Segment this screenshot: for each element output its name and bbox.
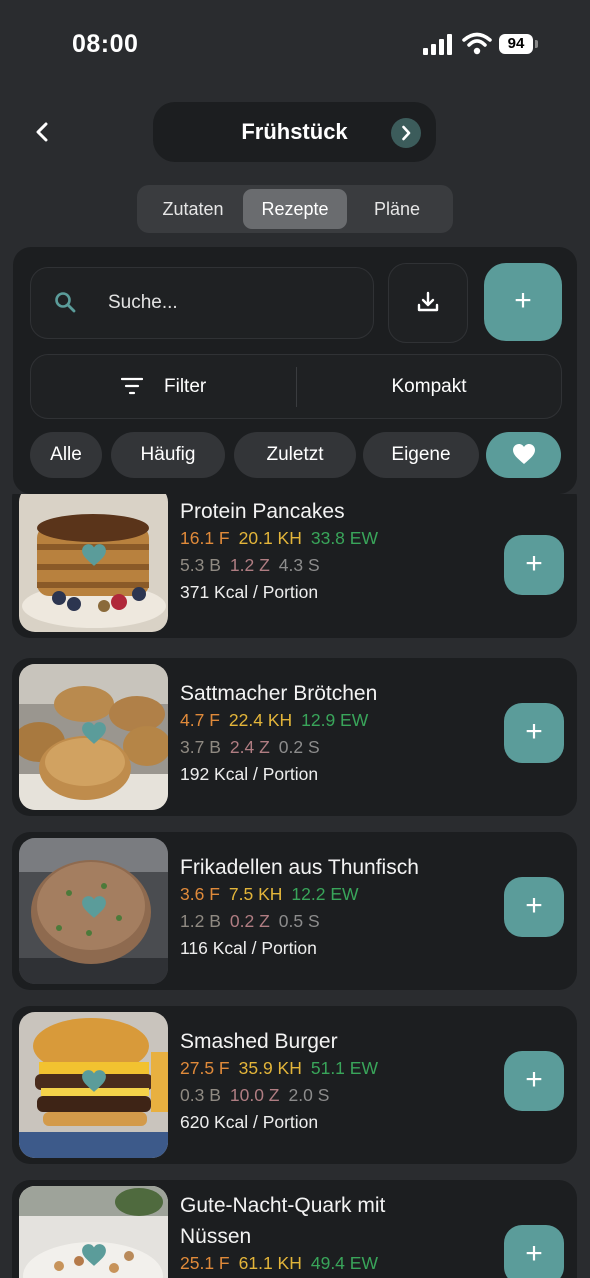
add-recipe-to-day-button[interactable]: + (504, 703, 564, 763)
recipe-micros: 0.3 B 10.0 Z 2.0 S (180, 1085, 330, 1105)
compact-toggle-button[interactable]: Kompakt (297, 376, 561, 398)
recipe-kcal: 371 Kcal / Portion (180, 582, 319, 602)
recipe-card-sattmacher-broetchen[interactable]: Sattmacher Brötchen 4.7 F 22.4 KH 12.9 EW … (12, 658, 577, 816)
favorite-heart-icon[interactable] (81, 543, 107, 567)
chip-favorites[interactable] (486, 432, 561, 478)
recipe-macros: 3.6 F 7.5 KH 12.2 EW (180, 884, 359, 904)
recipe-image (19, 838, 168, 984)
plus-icon: + (525, 1063, 543, 1096)
back-chevron-icon[interactable] (30, 118, 56, 146)
add-recipe-to-day-button[interactable]: + (504, 877, 564, 937)
recipe-name: Protein Pancakes (180, 500, 345, 523)
cellular-signal-icon (423, 34, 452, 55)
favorite-heart-icon[interactable] (81, 895, 107, 919)
category-selector[interactable]: Frühstück (153, 102, 436, 162)
favorite-heart-icon[interactable] (81, 721, 107, 745)
recipe-micros: 3.7 B 2.4 Z 0.2 S (180, 737, 320, 757)
plus-icon: + (525, 889, 543, 922)
recipe-image (19, 664, 168, 810)
filter-icon (121, 377, 143, 395)
recipe-controls-panel: Suche... + Filter Kompakt Alle Häufig Zu… (13, 247, 577, 494)
plus-icon: + (525, 715, 543, 748)
download-icon (417, 291, 439, 312)
recipe-image (19, 1186, 168, 1278)
recipe-micros: 1.2 B 0.2 Z 0.5 S (180, 911, 320, 931)
chevron-right-icon (402, 125, 411, 141)
recipe-name: Gute-Nacht-Quark mit Nüssen (180, 1194, 386, 1248)
recipe-image (19, 494, 168, 632)
next-category-button[interactable] (391, 118, 421, 148)
battery-icon: 94 (499, 34, 539, 54)
battery-level: 94 (499, 34, 533, 54)
recipe-card-smashed-burger[interactable]: Smashed Burger 27.5 F 35.9 KH 51.1 EW 0.3 … (12, 1006, 577, 1164)
add-recipe-to-day-button[interactable]: + (504, 1225, 564, 1278)
chip-alle[interactable]: Alle (30, 432, 102, 478)
tab-rezepte[interactable]: Rezepte (243, 189, 347, 229)
recipe-image (19, 1012, 168, 1158)
tab-plaene[interactable]: Pläne (347, 189, 447, 229)
add-recipe-button[interactable]: + (484, 263, 562, 341)
heart-icon (513, 444, 535, 464)
plus-icon: + (525, 1237, 543, 1270)
favorite-heart-icon[interactable] (81, 1243, 107, 1267)
recipe-micros: 5.3 B 1.2 Z 4.3 S (180, 555, 320, 575)
recipe-kcal: 116 Kcal / Portion (180, 938, 317, 958)
filter-label: Filter (164, 376, 207, 397)
recipe-name: Smashed Burger (180, 1030, 338, 1053)
search-input[interactable]: Suche... (30, 267, 374, 339)
tab-zutaten[interactable]: Zutaten (143, 189, 243, 229)
status-time: 08:00 (72, 30, 139, 58)
chip-eigene[interactable]: Eigene (363, 432, 479, 478)
recipe-name: Frikadellen aus Thunfisch (180, 856, 419, 879)
add-recipe-to-day-button[interactable]: + (504, 535, 564, 595)
filter-button[interactable]: Filter (121, 375, 271, 399)
recipe-card-frikadellen-aus-thunfisch[interactable]: Frikadellen aus Thunfisch 3.6 F 7.5 KH 12.… (12, 832, 577, 990)
recipe-card-protein-pancakes[interactable]: Protein Pancakes 16.1 F 20.1 KH 33.8 EW 5.… (12, 494, 577, 638)
search-placeholder: Suche... (108, 292, 178, 313)
recipe-list: Protein Pancakes 16.1 F 20.1 KH 33.8 EW 5.… (0, 494, 590, 1278)
favorite-heart-icon[interactable] (81, 1069, 107, 1093)
recipe-macros: 25.1 F 61.1 KH 49.4 EW (180, 1253, 378, 1273)
recipe-name: Sattmacher Brötchen (180, 682, 378, 705)
view-tabs: Zutaten Rezepte Pläne (137, 185, 453, 233)
plus-icon: + (514, 284, 532, 317)
recipe-macros: 16.1 F 20.1 KH 33.8 EW (180, 528, 378, 548)
recipe-kcal: 620 Kcal / Portion (180, 1112, 319, 1132)
chip-haeufig[interactable]: Häufig (111, 432, 225, 478)
wifi-icon (462, 32, 492, 55)
recipe-macros: 27.5 F 35.9 KH 51.1 EW (180, 1058, 378, 1078)
search-icon (55, 292, 76, 313)
download-button[interactable] (388, 263, 468, 343)
plus-icon: + (525, 547, 543, 580)
recipe-kcal: 192 Kcal / Portion (180, 764, 319, 784)
recipe-macros: 4.7 F 22.4 KH 12.9 EW (180, 710, 369, 730)
add-recipe-to-day-button[interactable]: + (504, 1051, 564, 1111)
filter-compact-bar: Filter Kompakt (30, 354, 562, 419)
recipe-card-gute-nacht-quark[interactable]: Gute-Nacht-Quark mit Nüssen 25.1 F 61.1 K… (12, 1180, 577, 1278)
chip-zuletzt[interactable]: Zuletzt (234, 432, 356, 478)
status-bar: 08:00 94 (0, 0, 590, 90)
